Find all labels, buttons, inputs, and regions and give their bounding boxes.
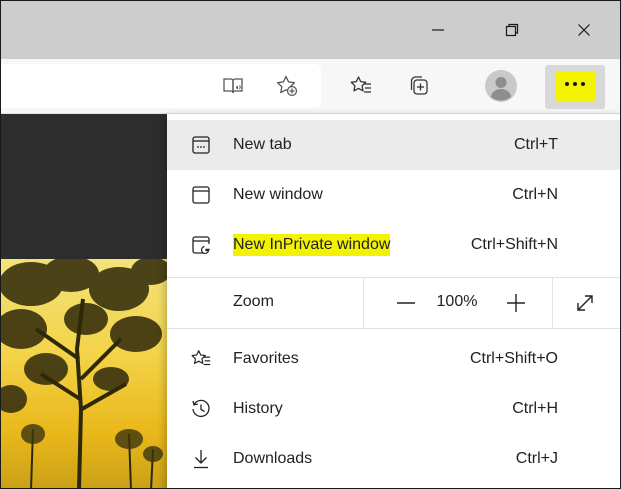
profile-button[interactable] [483, 68, 519, 104]
favorites-icon [350, 76, 371, 93]
settings-menu: New tab Ctrl+T New window Ctrl+N New InP… [167, 114, 620, 488]
zoom-label: Zoom [233, 293, 274, 310]
menu-item-favorites[interactable]: Favorites Ctrl+Shift+O [167, 334, 620, 384]
settings-and-more-button[interactable] [545, 65, 605, 109]
profile-avatar [485, 70, 517, 102]
close-button[interactable] [558, 1, 610, 59]
address-bar[interactable] [1, 64, 321, 108]
add-favorite-button[interactable] [269, 68, 305, 104]
menu-item-shortcut: Ctrl+N [512, 186, 558, 203]
immersive-reader-icon [223, 78, 243, 94]
immersive-reader-button[interactable] [215, 68, 251, 104]
plus-icon [507, 294, 525, 312]
new-tab-icon [189, 133, 213, 157]
browser-window: New tab Ctrl+T New window Ctrl+N New InP… [0, 0, 621, 489]
zoom-in-button[interactable] [501, 290, 531, 316]
minimize-button[interactable] [412, 1, 464, 59]
favorites-icon [189, 347, 213, 371]
menu-item-label: New window [233, 186, 323, 203]
menu-item-new-inprivate-window[interactable]: New InPrivate window Ctrl+Shift+N [167, 220, 620, 270]
zoom-value: 100% [436, 293, 478, 310]
menu-item-label: Favorites [233, 350, 299, 367]
history-icon [189, 397, 213, 421]
restore-icon [505, 23, 519, 37]
inprivate-icon [189, 233, 213, 257]
menu-item-label: New tab [233, 136, 292, 153]
divider [552, 278, 553, 328]
menu-item-downloads[interactable]: Downloads Ctrl+J [167, 434, 620, 484]
divider [363, 278, 364, 328]
collections-button[interactable] [401, 68, 437, 104]
restore-button[interactable] [486, 1, 538, 59]
fullscreen-icon [577, 295, 593, 311]
menu-item-shortcut: Ctrl+Shift+N [470, 236, 558, 253]
collections-icon [410, 76, 428, 95]
menu-item-label: History [233, 400, 283, 417]
favorites-button[interactable] [343, 68, 379, 104]
zoom-row: Zoom 100% [167, 277, 620, 329]
minimize-icon [432, 29, 444, 31]
add-favorite-icon [276, 75, 298, 97]
toolbar [1, 59, 620, 114]
close-icon [578, 24, 590, 36]
download-icon [189, 447, 213, 471]
menu-item-new-tab[interactable]: New tab Ctrl+T [167, 120, 620, 170]
menu-item-shortcut: Ctrl+J [515, 450, 558, 467]
minus-icon [397, 302, 415, 304]
title-bar [1, 1, 620, 59]
menu-item-shortcut: Ctrl+H [512, 400, 558, 417]
menu-item-shortcut: Ctrl+Shift+O [469, 350, 558, 367]
more-dots-icon [555, 72, 595, 102]
menu-item-shortcut: Ctrl+T [514, 136, 558, 153]
page-header-background [1, 114, 167, 259]
menu-item-new-window[interactable]: New window Ctrl+N [167, 170, 620, 220]
menu-item-label: New InPrivate window [233, 234, 391, 256]
menu-item-label: Downloads [233, 450, 313, 467]
page-background-image [1, 259, 167, 488]
zoom-out-button[interactable] [391, 290, 421, 316]
menu-item-history[interactable]: History Ctrl+H [167, 384, 620, 434]
new-window-icon [189, 183, 213, 207]
fullscreen-button[interactable] [570, 290, 600, 316]
tree-silhouette-image [1, 259, 167, 488]
